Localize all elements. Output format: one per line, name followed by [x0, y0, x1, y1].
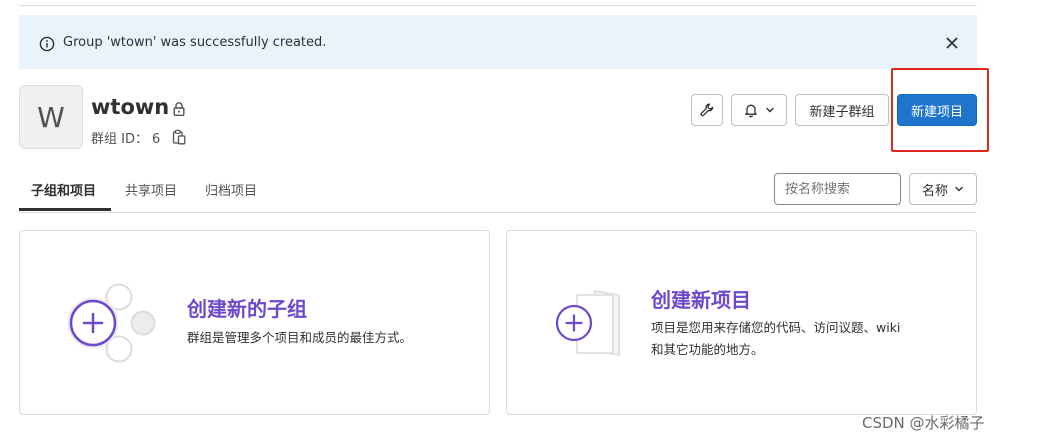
close-icon[interactable]: [943, 34, 961, 52]
chevron-down-icon: [766, 107, 774, 113]
create-project-description-line2: 和其它功能的地方。: [651, 342, 764, 357]
create-project-card[interactable]: 创建新项目 项目是您用来存储您的代码、访问议题、wiki 和其它功能的地方。: [506, 230, 977, 415]
group-settings-button[interactable]: [691, 94, 723, 126]
new-subgroup-button[interactable]: 新建子群组: [795, 94, 889, 126]
active-tab-indicator: [19, 208, 111, 211]
create-subgroup-description: 群组是管理多个项目和成员的最佳方式。: [187, 330, 413, 345]
info-circle-icon: [39, 36, 55, 52]
group-name: wtown: [91, 95, 170, 119]
tabs-divider: [19, 212, 977, 213]
sort-dropdown[interactable]: 名称: [909, 173, 977, 205]
tab-archived-projects[interactable]: 归档项目: [205, 180, 257, 199]
create-project-description-line1: 项目是您用来存储您的代码、访问议题、wiki: [651, 320, 901, 335]
chevron-down-icon: [955, 186, 963, 192]
lock-icon: [173, 102, 185, 117]
tab-shared-projects[interactable]: 共享项目: [125, 180, 177, 199]
copy-to-clipboard-icon[interactable]: [172, 129, 186, 145]
sort-label: 名称: [921, 183, 948, 199]
highlight-box: [891, 68, 989, 152]
create-subgroup-title: 创建新的子组: [187, 297, 307, 321]
group-id-value: 6: [151, 132, 161, 147]
search-input[interactable]: [774, 173, 901, 205]
top-divider: [19, 5, 977, 6]
group-avatar: W: [19, 85, 83, 149]
create-project-title: 创建新项目: [651, 288, 751, 312]
flash-message: Group 'wtown' was successfully created.: [63, 35, 327, 50]
subgroup-illustration-icon: [67, 283, 156, 363]
wrench-icon: [700, 103, 714, 117]
tab-subgroups-and-projects[interactable]: 子组和项目: [31, 180, 96, 199]
flash-alert: Group 'wtown' was successfully created.: [19, 15, 977, 69]
notifications-dropdown[interactable]: [731, 94, 787, 126]
create-project-description: 项目是您用来存储您的代码、访问议题、wiki 和其它功能的地方。: [651, 317, 900, 361]
bell-icon: [745, 104, 757, 118]
create-subgroup-card[interactable]: 创建新的子组 群组是管理多个项目和成员的最佳方式。: [19, 230, 490, 415]
group-id: 群组 ID： 6: [91, 128, 160, 147]
watermark: CSDN @水彩橘子: [862, 414, 985, 432]
group-id-label: 群组 ID：: [91, 132, 148, 147]
project-illustration-icon: [555, 290, 620, 356]
